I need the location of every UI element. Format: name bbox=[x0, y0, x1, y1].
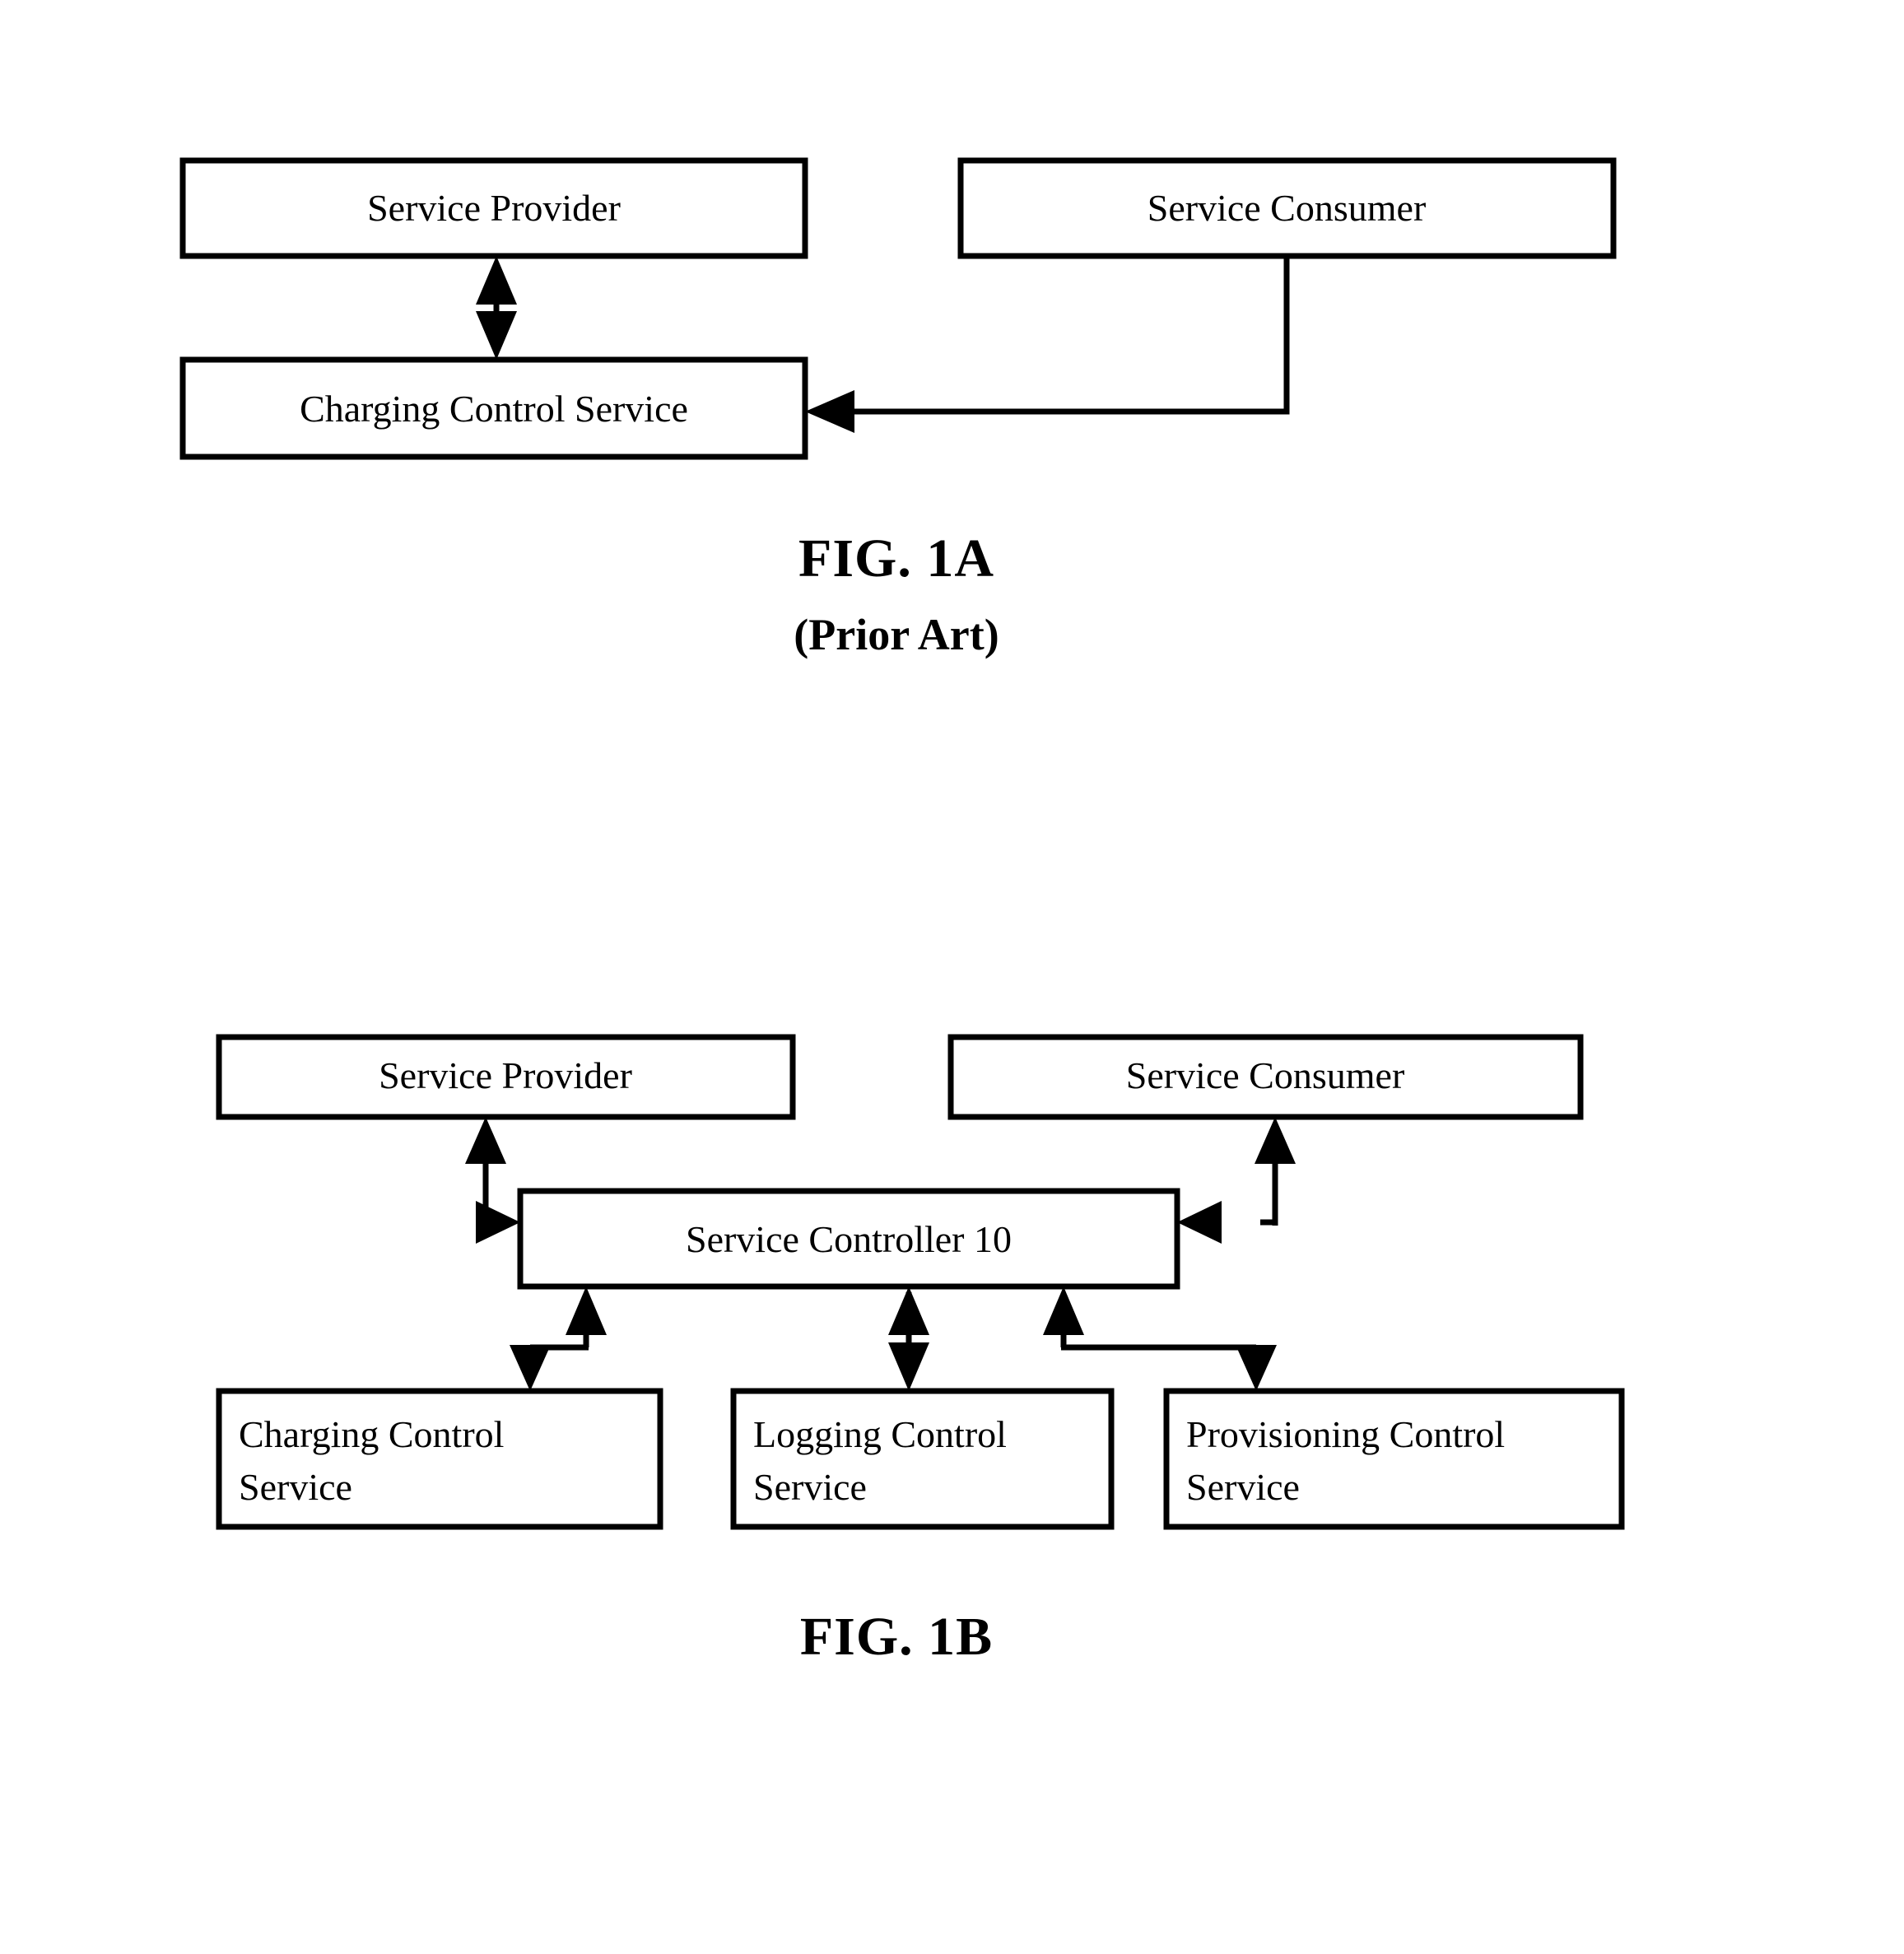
arrow-head-up-icon bbox=[1043, 1286, 1084, 1335]
arrow-head-left-icon bbox=[805, 390, 854, 433]
connector-consumer-controller-1b bbox=[1177, 1117, 1296, 1244]
node-label-line1: Provisioning Control bbox=[1186, 1413, 1505, 1455]
node-label: Service Provider bbox=[379, 1054, 632, 1096]
arrow-head-right-icon bbox=[476, 1201, 520, 1244]
figure-subcaption-1a: (Prior Art) bbox=[794, 610, 999, 659]
figure-1a-group: Service Provider Service Consumer Chargi… bbox=[179, 157, 1617, 659]
node-charging-control-service-1a: Charging Control Service bbox=[179, 356, 808, 460]
node-service-controller-1b: Service Controller 10 bbox=[517, 1188, 1180, 1290]
arrow-head-down-icon bbox=[888, 1342, 929, 1391]
node-label-line2: Service bbox=[1186, 1466, 1300, 1508]
connector-provider-charging-1a bbox=[476, 256, 517, 360]
arrow-head-down-icon bbox=[1236, 1345, 1277, 1391]
figure-1b-group: Service Provider Service Consumer Servic… bbox=[216, 1034, 1625, 1667]
node-logging-control-service-1b: Logging Control Service bbox=[730, 1388, 1115, 1530]
node-label: Service Consumer bbox=[1126, 1054, 1405, 1096]
node-label-line2: Service bbox=[239, 1466, 352, 1508]
node-label: Service Provider bbox=[367, 187, 621, 229]
connector-controller-charging-1b bbox=[510, 1286, 607, 1391]
arrow-head-up-icon bbox=[1255, 1117, 1296, 1164]
diagram-canvas: Service Provider Service Consumer Chargi… bbox=[179, 157, 1625, 1667]
node-label-line2: Service bbox=[753, 1466, 867, 1508]
node-service-consumer-1b: Service Consumer bbox=[947, 1034, 1584, 1120]
arrow-head-up-icon bbox=[888, 1286, 929, 1335]
node-service-provider-1b: Service Provider bbox=[216, 1034, 796, 1120]
connector-path bbox=[835, 256, 1290, 415]
patent-figure-sheet: Service Provider Service Consumer Chargi… bbox=[0, 0, 1904, 1954]
node-charging-control-service-1b: Charging Control Service bbox=[216, 1388, 663, 1530]
arrow-head-up-icon bbox=[566, 1286, 607, 1335]
node-label: Service Consumer bbox=[1148, 187, 1427, 229]
connector-consumer-charging-1a bbox=[805, 256, 1290, 433]
connector-provider-controller-1b bbox=[465, 1117, 520, 1244]
node-label: Charging Control Service bbox=[300, 388, 688, 430]
connector-controller-provisioning-1b bbox=[1043, 1286, 1277, 1391]
connector-controller-logging-1b bbox=[888, 1286, 929, 1391]
node-service-provider-1a: Service Provider bbox=[179, 157, 808, 259]
node-label-line1: Charging Control bbox=[239, 1413, 504, 1455]
arrow-head-up-icon bbox=[476, 256, 517, 305]
node-service-consumer-1a: Service Consumer bbox=[957, 157, 1617, 259]
arrow-head-up-icon bbox=[465, 1117, 506, 1164]
figure-caption-1a: FIG. 1A bbox=[798, 528, 994, 589]
arrow-head-down-icon bbox=[510, 1345, 551, 1391]
arrow-head-left-icon bbox=[1177, 1201, 1222, 1244]
node-provisioning-control-service-1b: Provisioning Control Service bbox=[1163, 1388, 1625, 1530]
arrow-head-down-icon bbox=[476, 311, 517, 360]
node-label: Service Controller 10 bbox=[686, 1218, 1012, 1260]
node-label-line1: Logging Control bbox=[753, 1413, 1007, 1455]
figure-caption-1b: FIG. 1B bbox=[800, 1607, 993, 1667]
